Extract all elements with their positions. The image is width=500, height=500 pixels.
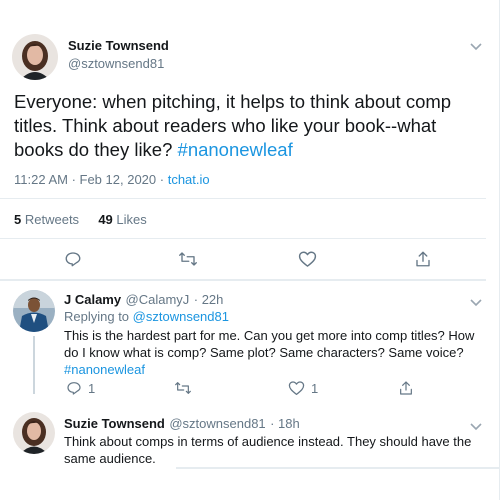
- reply-count: 1: [88, 380, 96, 396]
- reply1-like-button[interactable]: 1: [288, 380, 318, 396]
- reply-icon: [65, 252, 81, 267]
- retweets-count: 5: [14, 212, 22, 227]
- reply2-handle[interactable]: @sztownsend81: [169, 416, 265, 431]
- chevron-down-icon[interactable]: [470, 294, 482, 312]
- reply1-handle[interactable]: @CalamyJ: [126, 292, 190, 307]
- engagement-stats: 5 Retweets 49 Likes: [14, 212, 147, 227]
- reply1-text: This is the hardest part for me. Can you…: [64, 327, 484, 378]
- like-icon: [288, 381, 305, 396]
- tweet-thread: Suzie Townsend @sztownsend81 Everyone: w…: [0, 0, 500, 500]
- avatar-reply2[interactable]: [13, 412, 55, 454]
- divider: [0, 238, 486, 239]
- reply1-share-button[interactable]: [398, 380, 414, 396]
- reply1-header: J Calamy @CalamyJ · 22h: [64, 291, 223, 309]
- reply1-time[interactable]: · 22h: [194, 292, 224, 307]
- tweet-meta: 11:22 AM · Feb 12, 2020 · tchat.io: [14, 172, 210, 187]
- tweet-time[interactable]: 11:22 AM · Feb 12, 2020: [14, 172, 156, 187]
- retweet-icon: [175, 382, 191, 394]
- hashtag-link[interactable]: #nanonewleaf: [178, 139, 293, 160]
- reply-button[interactable]: [64, 250, 82, 268]
- author-name[interactable]: Suzie Townsend: [68, 38, 169, 53]
- meta-separator: ·: [156, 172, 168, 187]
- reply1-retweet-button[interactable]: [174, 380, 192, 396]
- tweet-source[interactable]: tchat.io: [168, 172, 210, 187]
- chevron-down-icon[interactable]: [470, 38, 482, 56]
- share-button[interactable]: [414, 250, 432, 268]
- divider: [0, 198, 486, 199]
- divider: [0, 279, 486, 281]
- retweet-button[interactable]: [178, 250, 198, 268]
- reply2-text: Think about comps in terms of audience i…: [64, 434, 472, 466]
- author-handle[interactable]: @sztownsend81: [68, 56, 164, 71]
- like-icon: [298, 251, 317, 267]
- retweets-stat[interactable]: 5 Retweets: [14, 212, 79, 227]
- reply1-reply-button[interactable]: 1: [66, 380, 95, 396]
- share-icon: [416, 251, 430, 267]
- replying-label: Replying to: [64, 309, 130, 324]
- hashtag-link[interactable]: #nanonewleaf: [64, 362, 145, 377]
- likes-stat[interactable]: 49 Likes: [98, 212, 146, 227]
- replying-to: Replying to @sztownsend81: [64, 309, 229, 324]
- reply2-time[interactable]: · 18h: [270, 416, 300, 431]
- thread-line: [33, 336, 35, 394]
- reply2-author-name[interactable]: Suzie Townsend: [64, 416, 165, 431]
- avatar-main[interactable]: [12, 34, 58, 80]
- likes-label: Likes: [116, 212, 147, 227]
- reply-icon: [67, 382, 81, 395]
- reply1-author-name[interactable]: J Calamy: [64, 292, 121, 307]
- like-count: 1: [311, 380, 319, 396]
- avatar-reply1[interactable]: [13, 290, 55, 332]
- replying-to-handle[interactable]: @sztownsend81: [133, 309, 229, 324]
- bottom-divider: [176, 467, 500, 469]
- reply2-header: Suzie Townsend @sztownsend81 · 18h: [64, 415, 300, 433]
- retweet-icon: [179, 252, 197, 266]
- like-button[interactable]: [298, 250, 317, 268]
- likes-count: 49: [98, 212, 113, 227]
- share-icon: [400, 381, 412, 395]
- reply1-body: This is the hardest part for me. Can you…: [64, 328, 475, 360]
- retweets-label: Retweets: [24, 212, 80, 227]
- tweet-text: Everyone: when pitching, it helps to thi…: [14, 90, 484, 162]
